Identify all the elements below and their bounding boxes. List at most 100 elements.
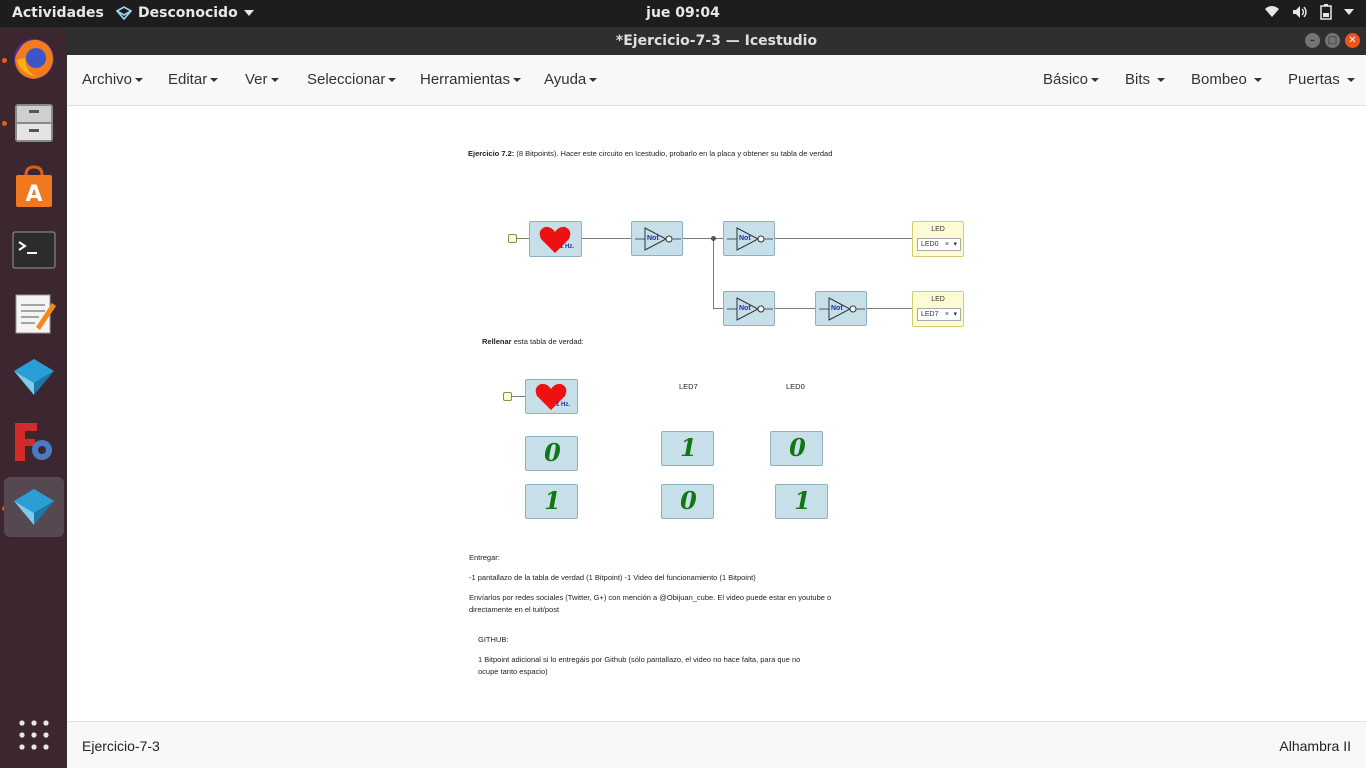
- wire: [512, 396, 526, 397]
- menu-editar[interactable]: Editar: [168, 71, 219, 88]
- design-canvas[interactable]: Ejercicio 7.2: (8 Bitpoints). Hacer este…: [67, 106, 1366, 721]
- rellenar-note: Rellenar esta tabla de verdad:: [482, 337, 584, 346]
- firefox-icon[interactable]: [4, 29, 64, 89]
- rellenar-bold: Rellenar: [482, 337, 512, 346]
- input-port[interactable]: [503, 392, 512, 401]
- rellenar-text: esta tabla de verdad:: [513, 337, 584, 346]
- constant-bit-block[interactable]: 1: [775, 484, 828, 519]
- clock[interactable]: jue 09:04: [0, 5, 1366, 21]
- digit-value: 1: [544, 486, 561, 515]
- column-header-led0: LED0: [786, 382, 805, 391]
- wifi-icon: [1265, 6, 1279, 17]
- hz-label: 1 Hz.: [560, 244, 575, 250]
- menu-bar: Archivo Editar Ver Seleccionar Herramien…: [67, 55, 1366, 106]
- constant-bit-block[interactable]: 1: [661, 431, 714, 466]
- menu-herramientas[interactable]: Herramientas: [420, 71, 522, 88]
- menu-basico[interactable]: Básico: [1043, 71, 1100, 88]
- led0-output-block[interactable]: LED LED0 × ▾: [912, 221, 964, 257]
- wire: [713, 238, 714, 308]
- constant-bit-block[interactable]: 0: [661, 484, 714, 519]
- svg-text:A: A: [25, 182, 42, 207]
- led0-value: LED0: [921, 241, 939, 248]
- menu-bits[interactable]: Bits: [1125, 71, 1166, 88]
- caret-down-icon: [513, 78, 522, 83]
- system-tray[interactable]: [1264, 4, 1354, 20]
- dock: A: [0, 27, 67, 768]
- dropdown-icon[interactable]: ▾: [953, 239, 957, 250]
- wire: [775, 308, 816, 309]
- caret-down-icon: [135, 78, 144, 83]
- wire: [775, 238, 912, 239]
- github-line: ocupe tanto espacio): [478, 667, 548, 676]
- menu-label: Básico: [1043, 71, 1089, 88]
- maximize-button[interactable]: □: [1325, 33, 1340, 48]
- wire: [867, 308, 912, 309]
- board-name[interactable]: Alhambra II: [1279, 738, 1351, 754]
- constant-bit-block[interactable]: 0: [770, 431, 823, 466]
- menu-seleccionar[interactable]: Seleccionar: [307, 71, 397, 88]
- software-icon[interactable]: A: [4, 157, 64, 217]
- not-label: Not: [739, 305, 751, 312]
- close-button[interactable]: ✕: [1345, 33, 1360, 48]
- terminal-icon[interactable]: [4, 220, 64, 280]
- constant-bit-block[interactable]: 0: [525, 436, 578, 471]
- clear-icon[interactable]: ×: [945, 309, 949, 320]
- window-title: *Ejercicio-7-3 — Icestudio: [615, 33, 818, 49]
- window-titlebar[interactable]: *Ejercicio-7-3 — Icestudio – □ ✕: [67, 27, 1366, 55]
- entregar-line: directamente en el tuit/post: [469, 605, 560, 614]
- not-gate-block[interactable]: Not: [723, 221, 775, 256]
- digit-value: 1: [680, 433, 697, 462]
- not-gate-block[interactable]: Not: [631, 221, 683, 256]
- caret-down-icon: [1157, 78, 1166, 83]
- icestudio-active-icon[interactable]: [4, 477, 64, 537]
- caret-down-icon: [388, 78, 397, 83]
- icestudio-icon[interactable]: [4, 347, 64, 407]
- input-port[interactable]: [508, 234, 517, 243]
- dropdown-icon[interactable]: ▾: [953, 309, 957, 320]
- text-editor-icon[interactable]: [4, 283, 64, 343]
- led-block-title: LED: [931, 296, 945, 303]
- constant-bit-block[interactable]: 1: [525, 484, 578, 519]
- led-block-title: LED: [931, 226, 945, 233]
- menu-label: Ayuda: [544, 71, 587, 88]
- menu-puertas[interactable]: Puertas: [1288, 71, 1355, 88]
- wire: [516, 238, 530, 239]
- clock-1hz-block[interactable]: 1 Hz.: [525, 379, 578, 414]
- menu-label: Seleccionar: [307, 71, 386, 88]
- menu-label: Editar: [168, 71, 208, 88]
- clock-1hz-block[interactable]: 1 Hz.: [529, 221, 582, 257]
- minimize-button[interactable]: –: [1305, 33, 1320, 48]
- not-gate-block[interactable]: Not: [723, 291, 775, 326]
- led7-select[interactable]: LED7 × ▾: [917, 308, 961, 321]
- files-icon[interactable]: [4, 92, 64, 152]
- menu-archivo[interactable]: Archivo: [82, 71, 144, 88]
- exercise-heading-text: (8 Bitpoints). Hacer este circuito en Ic…: [516, 149, 833, 158]
- clear-icon[interactable]: ×: [945, 239, 949, 250]
- menu-ver[interactable]: Ver: [245, 71, 279, 88]
- menu-bombeo[interactable]: Bombeo: [1191, 71, 1263, 88]
- menu-label: Herramientas: [420, 71, 511, 88]
- not-label: Not: [647, 235, 659, 242]
- menu-label: Bombeo: [1191, 71, 1247, 88]
- wire: [582, 238, 631, 239]
- wire: [683, 238, 724, 239]
- chevron-down-icon: [1344, 9, 1354, 15]
- led7-output-block[interactable]: LED LED7 × ▾: [912, 291, 964, 327]
- not-gate-block[interactable]: Not: [815, 291, 867, 326]
- entregar-title: Entregar:: [469, 553, 500, 562]
- apps-grid-icon[interactable]: [4, 705, 64, 765]
- menu-ayuda[interactable]: Ayuda: [544, 71, 598, 88]
- digit-value: 1: [794, 486, 811, 515]
- caret-down-icon: [1254, 78, 1263, 83]
- menu-label: Ver: [245, 71, 268, 88]
- hz-label: 1 Hz.: [556, 402, 571, 408]
- entregar-line: Envíarlos por redes sociales (Twitter, G…: [469, 593, 832, 602]
- entregar-line: -1 pantallazo de la tabla de verdad (1 B…: [469, 573, 756, 582]
- fpga-tool-icon[interactable]: [4, 412, 64, 472]
- caret-down-icon: [210, 78, 219, 83]
- led7-value: LED7: [921, 311, 939, 318]
- exercise-heading-bold: Ejercicio 7.2:: [468, 149, 515, 158]
- led0-select[interactable]: LED0 × ▾: [917, 238, 961, 251]
- digit-value: 0: [544, 438, 561, 467]
- project-name: Ejercicio-7-3: [82, 738, 160, 754]
